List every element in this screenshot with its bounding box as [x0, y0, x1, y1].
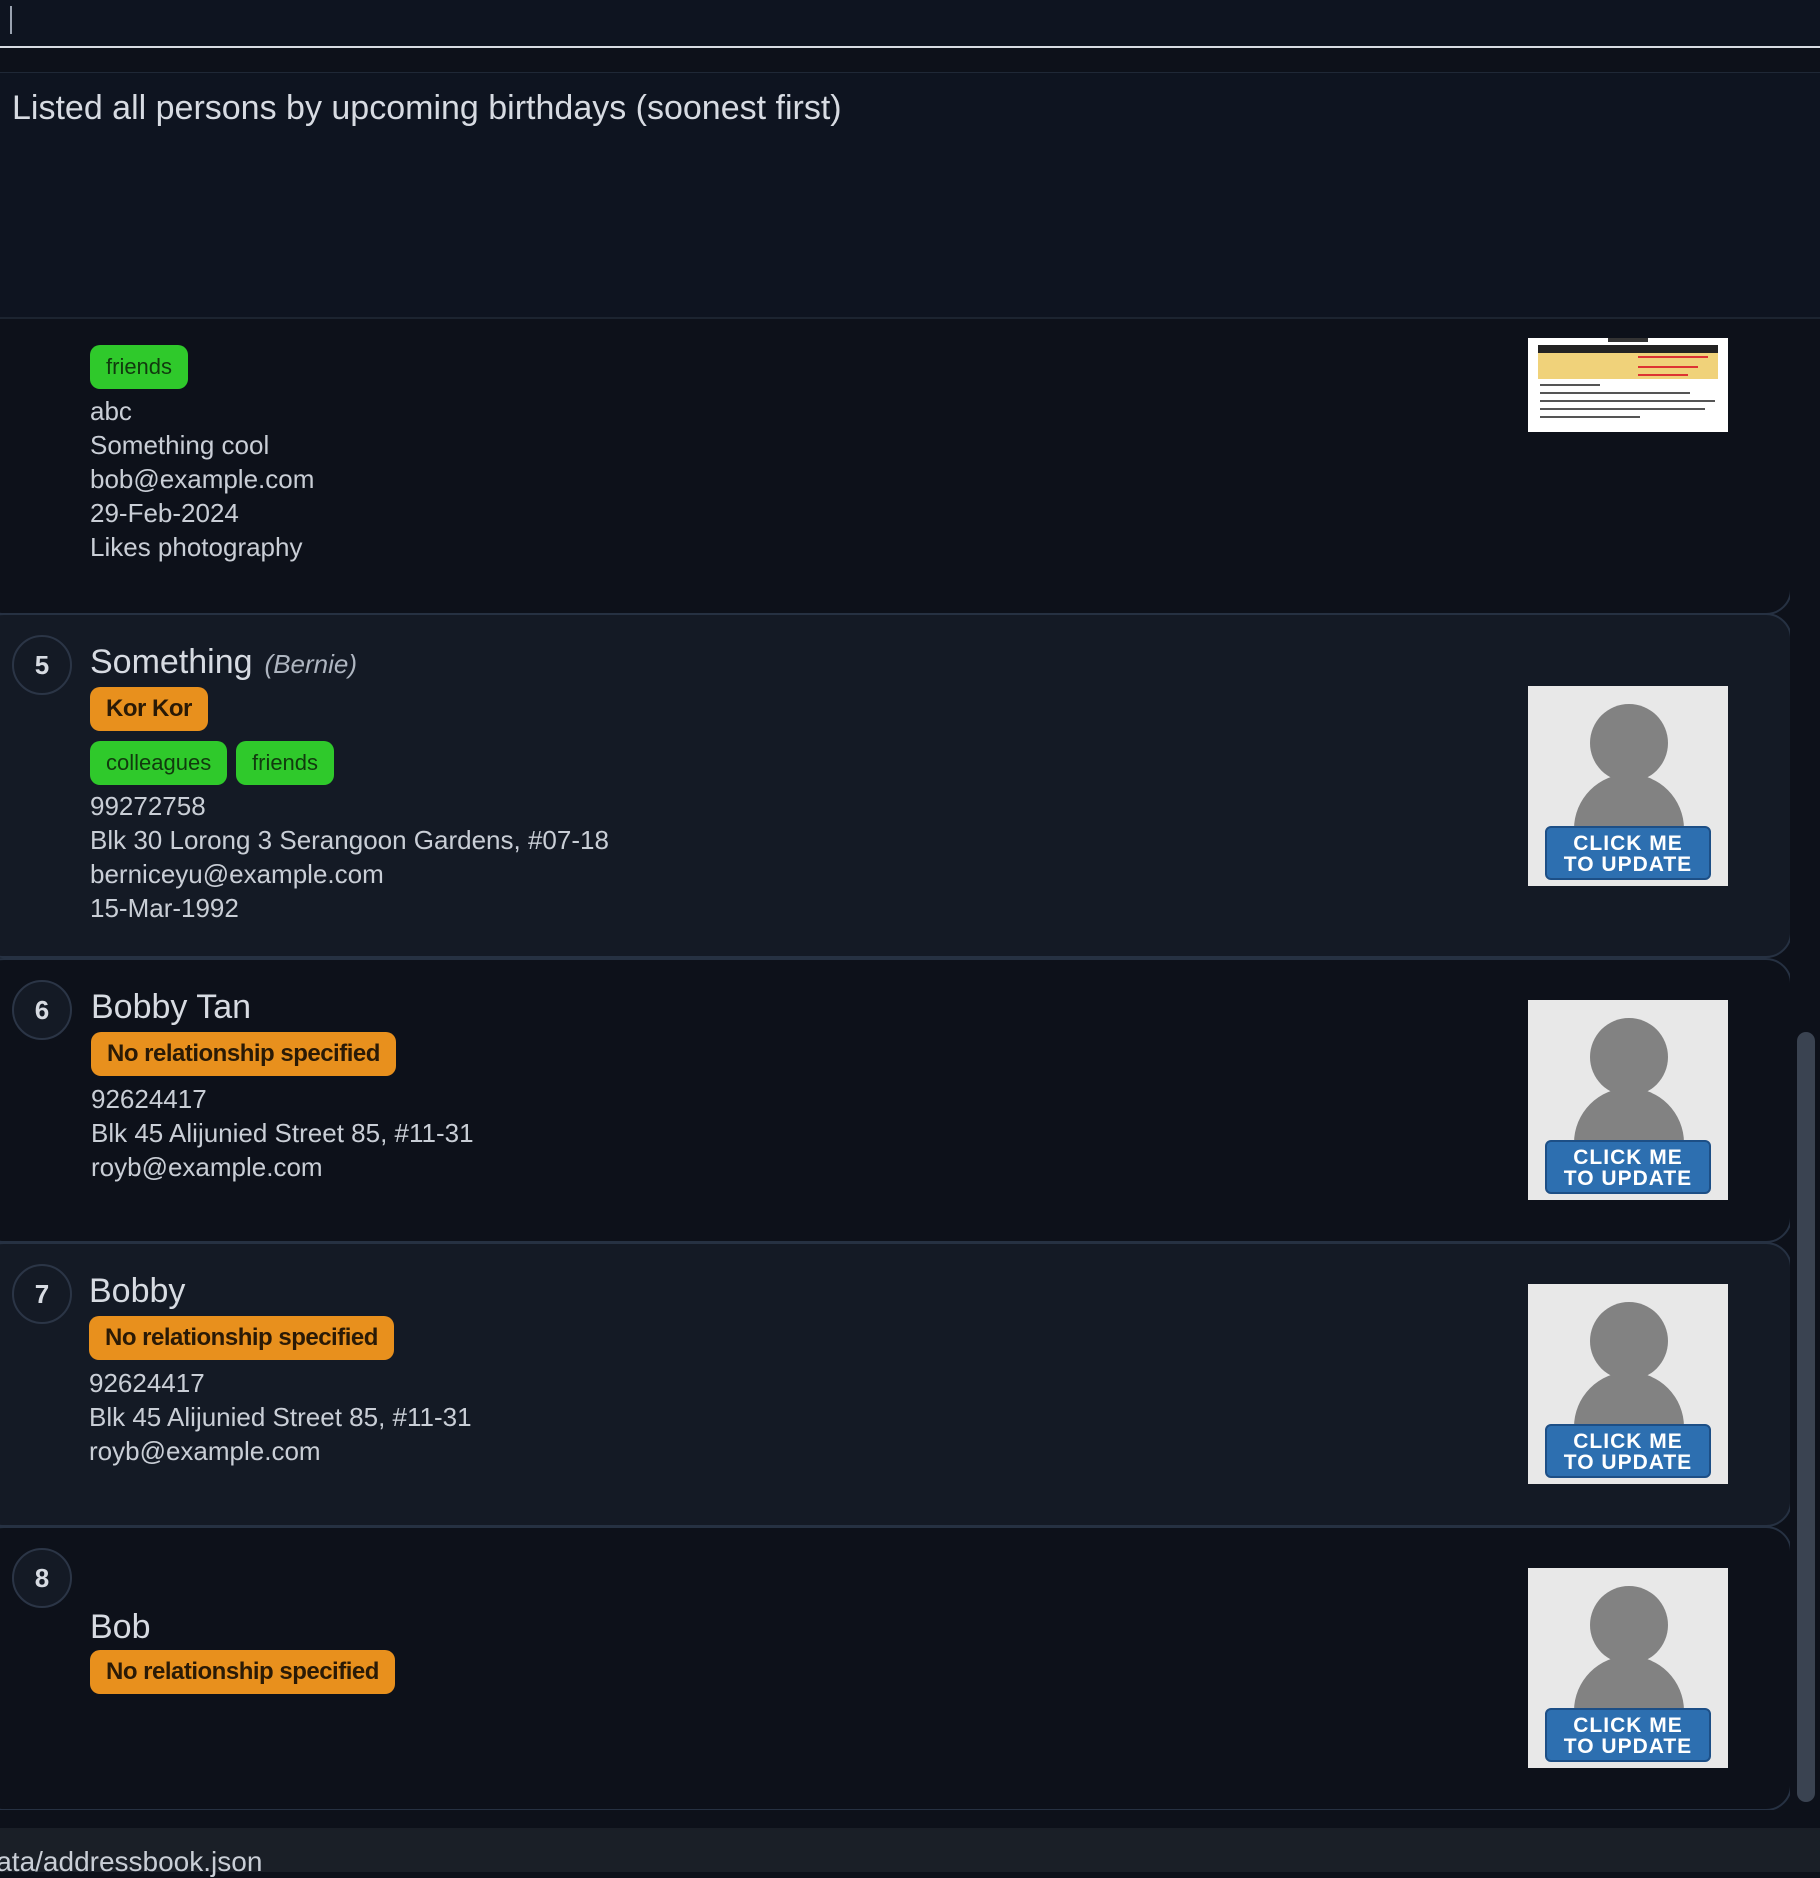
person-address: Blk 45 Alijunied Street 85, #11-31	[89, 1402, 472, 1432]
person-nickname: (Bernie)	[264, 649, 358, 679]
avatar-placeholder-icon	[1590, 1302, 1668, 1380]
person-field: Something cool	[90, 430, 270, 460]
person-name: Bobby Tan	[91, 988, 252, 1026]
person-name: Bobby	[89, 1272, 186, 1310]
tag-badge: friends	[236, 741, 335, 785]
person-email: royb@example.com	[91, 1152, 323, 1182]
update-photo-button[interactable]: CLICK ME TO UPDATE	[1545, 1140, 1711, 1194]
person-field: abc	[90, 396, 132, 426]
person-name: Something (Bernie)	[90, 643, 357, 682]
person-email: berniceyu@example.com	[90, 859, 384, 889]
person-address: Blk 45 Alijunied Street 85, #11-31	[91, 1118, 474, 1148]
person-address: Blk 30 Lorong 3 Serangoon Gardens, #07-1…	[90, 825, 609, 855]
result-display: Listed all persons by upcoming birthdays…	[0, 72, 1820, 319]
status-bar: lata/addressbook.json	[0, 1828, 1820, 1877]
person-phone: 92624417	[91, 1084, 207, 1114]
person-index: 8	[12, 1548, 72, 1608]
person-field: 29-Feb-2024	[90, 498, 239, 528]
person-card[interactable]: 5 Something (Bernie) Kor Kor colleagues f…	[0, 613, 1790, 958]
person-email: royb@example.com	[89, 1436, 321, 1466]
person-photo[interactable]: CLICK ME TO UPDATE	[1528, 1568, 1728, 1768]
command-input[interactable]	[0, 0, 1820, 48]
update-photo-button[interactable]: CLICK ME TO UPDATE	[1545, 1708, 1711, 1762]
relationship-badge: No relationship specified	[90, 1650, 395, 1694]
relationship-badge: No relationship specified	[91, 1032, 396, 1076]
person-card[interactable]: 8 Bob No relationship specified CLICK ME…	[0, 1526, 1790, 1810]
avatar-placeholder-icon	[1590, 704, 1668, 782]
update-photo-button[interactable]: CLICK ME TO UPDATE	[1545, 1424, 1711, 1478]
person-phone: 99272758	[90, 791, 206, 821]
person-photo[interactable]: CLICK ME TO UPDATE	[1528, 1284, 1728, 1484]
result-message: Listed all persons by upcoming birthdays…	[12, 89, 842, 127]
relationship-badge: No relationship specified	[89, 1316, 394, 1360]
avatar-placeholder-icon	[1590, 1018, 1668, 1096]
person-name-text: Something	[90, 643, 253, 681]
tag-badge: friends	[90, 345, 189, 389]
text-caret	[10, 6, 12, 34]
relationship-badge: Kor Kor	[90, 687, 208, 731]
tag-badge: colleagues	[90, 741, 228, 785]
person-index: 7	[12, 1264, 72, 1324]
person-field: Likes photography	[90, 532, 303, 562]
person-card[interactable]: 6 Bobby Tan No relationship specified 92…	[0, 958, 1790, 1243]
person-index: 5	[12, 635, 72, 695]
person-card[interactable]: 7 Bobby No relationship specified 926244…	[0, 1242, 1790, 1527]
save-file-path: lata/addressbook.json	[0, 1846, 263, 1877]
list-scrollbar-thumb[interactable]	[1797, 1032, 1815, 1802]
person-phone: 92624417	[89, 1368, 205, 1398]
person-index: 6	[12, 980, 72, 1040]
avatar-placeholder-icon	[1590, 1586, 1668, 1664]
person-name: Bob	[90, 1608, 151, 1646]
person-card[interactable]: friends abc Something cool bob@example.c…	[0, 330, 1790, 615]
person-photo[interactable]: CLICK ME TO UPDATE	[1528, 686, 1728, 886]
person-birthday: 15-Mar-1992	[90, 893, 239, 923]
person-field: bob@example.com	[90, 464, 315, 494]
person-photo[interactable]: CLICK ME TO UPDATE	[1528, 1000, 1728, 1200]
person-list[interactable]: friends abc Something cool bob@example.c…	[0, 330, 1790, 1810]
person-photo[interactable]	[1528, 338, 1728, 432]
update-photo-button[interactable]: CLICK ME TO UPDATE	[1545, 826, 1711, 880]
